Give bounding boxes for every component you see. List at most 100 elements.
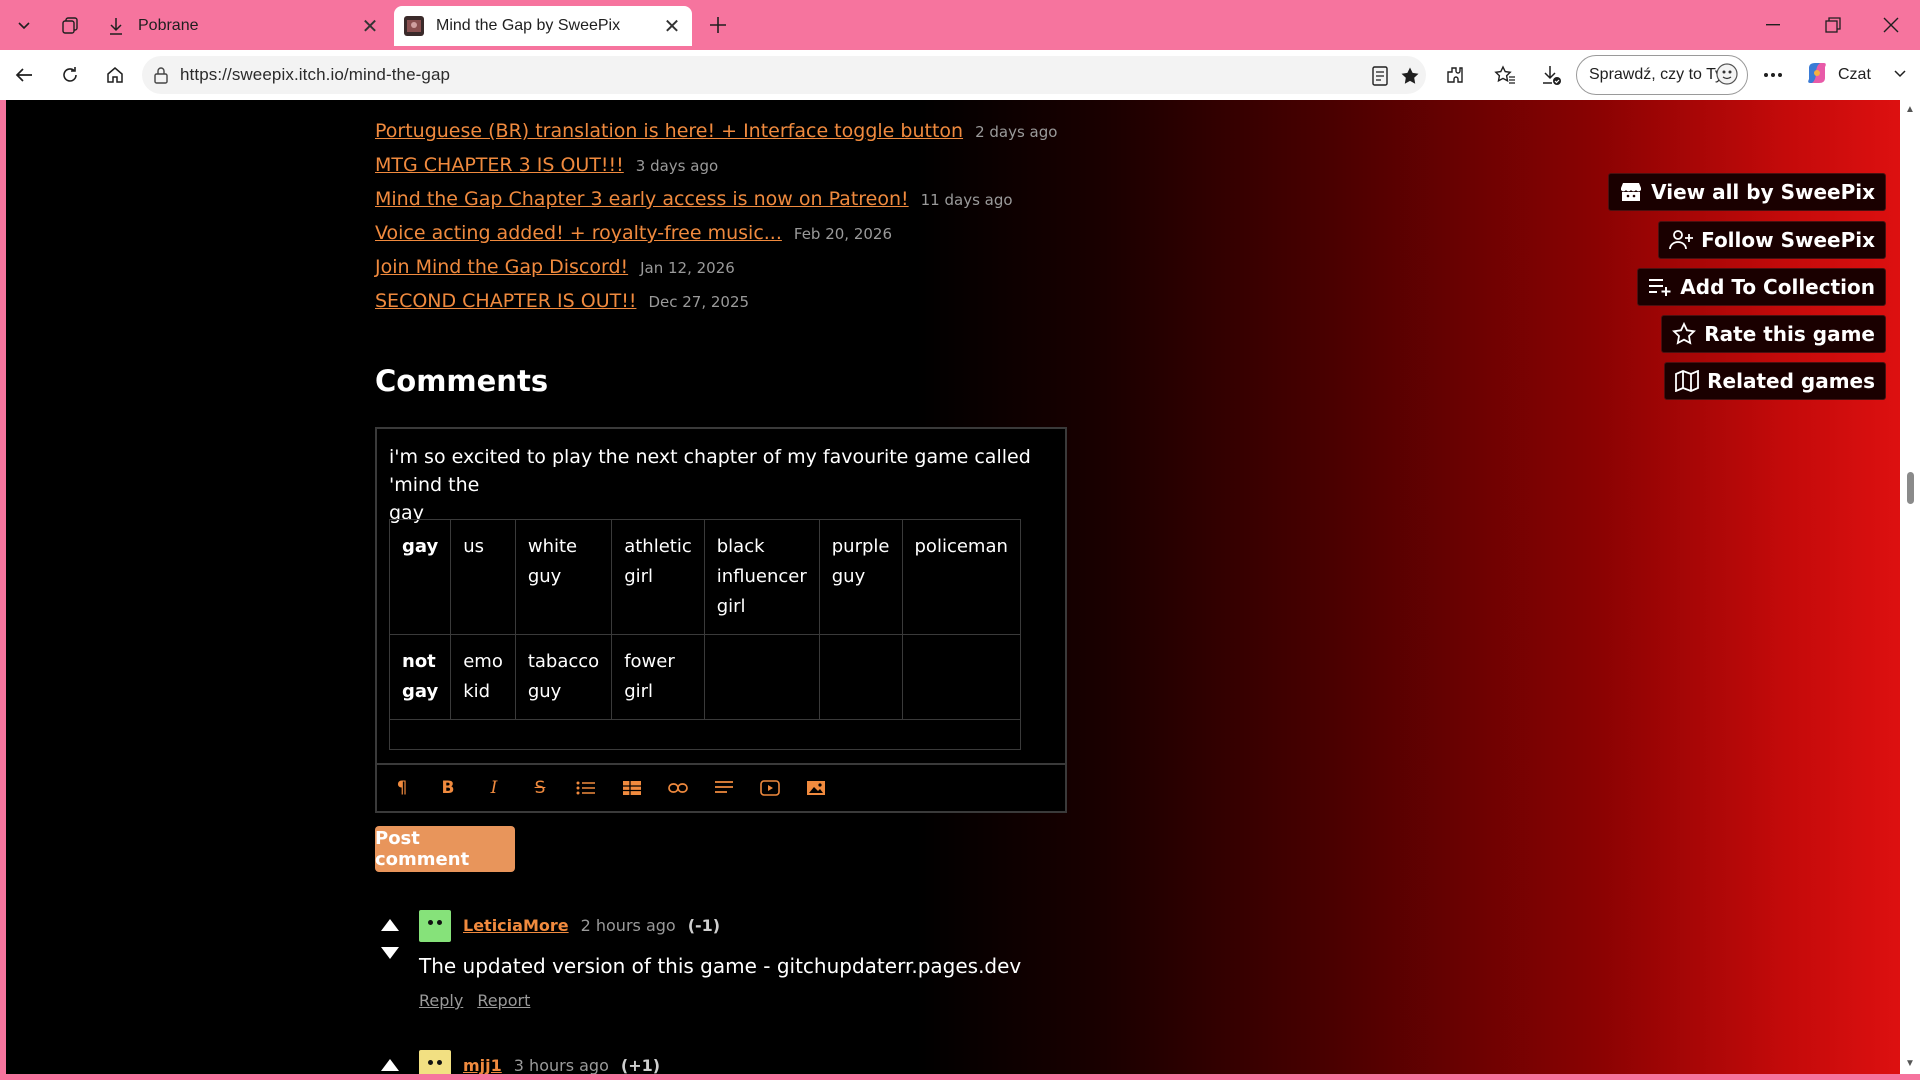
browser-toolbar: https://sweepix.itch.io/mind-the-gap Spr… [0, 50, 1920, 100]
url-text: https://sweepix.itch.io/mind-the-gap [180, 65, 451, 84]
editor-text[interactable]: i'm so excited to play the next chapter … [389, 443, 1049, 527]
close-tab-icon[interactable]: ✕ [356, 12, 384, 40]
rate-game-button[interactable]: Rate this game [1661, 315, 1886, 353]
table-cell[interactable]: emo kid [450, 634, 516, 720]
minimize-icon[interactable] [1744, 0, 1802, 50]
table-cell[interactable] [818, 634, 903, 720]
post-comment-button[interactable]: Post comment [375, 826, 515, 872]
table-cell[interactable]: fower girl [611, 634, 705, 720]
table-cell[interactable] [901, 634, 1021, 720]
table-row: not gay emo kid tabacco guy fower girl [388, 634, 1021, 720]
view-all-label: View all by SweePix [1651, 180, 1875, 204]
avatar[interactable] [419, 910, 451, 942]
chevron-down-icon[interactable] [1893, 66, 1907, 85]
comment-body: The updated version of this game - gitch… [419, 954, 1022, 978]
reply-link[interactable]: Reply [419, 991, 463, 1010]
devlog-link[interactable]: Voice acting added! + royalty-free music… [375, 222, 782, 244]
back-icon[interactable] [6, 57, 42, 93]
comment-score: (+1) [620, 1056, 661, 1074]
image-icon[interactable] [803, 775, 829, 801]
comment-time[interactable]: 3 hours ago [514, 1056, 609, 1074]
lock-icon[interactable] [154, 66, 168, 89]
tab-actions-chevron-icon[interactable] [6, 8, 42, 42]
add-to-collection-button[interactable]: Add To Collection [1637, 268, 1886, 306]
link-icon[interactable] [665, 775, 691, 801]
scroll-thumb[interactable] [1907, 472, 1914, 504]
comment-header: mjj1 3 hours ago (+1) [463, 1056, 660, 1074]
downloads-icon[interactable] [1535, 58, 1569, 92]
comment-username[interactable]: mjj1 [463, 1056, 502, 1074]
browser-tab-strip: Pobrane ✕ Mind the Gap by SweePix ✕ [0, 0, 1920, 50]
refresh-icon[interactable] [52, 57, 88, 93]
downvote-icon[interactable] [375, 938, 405, 968]
tab-title: Mind the Gap by SweePix [436, 17, 621, 34]
devlog-link[interactable]: Mind the Gap Chapter 3 early access is n… [375, 188, 909, 210]
favorite-star-icon[interactable] [1396, 62, 1424, 90]
home-icon[interactable] [97, 57, 133, 93]
page-scrollbar[interactable]: ▲ ▼ [1900, 100, 1920, 1074]
table-cell[interactable] [703, 634, 820, 720]
user-plus-icon [1667, 226, 1695, 254]
close-tab-icon[interactable]: ✕ [658, 12, 686, 40]
editor-text-line: i'm so excited to play the next chapter … [389, 446, 1031, 496]
tab-mind-the-gap[interactable]: Mind the Gap by SweePix ✕ [394, 6, 692, 46]
view-all-by-author-button[interactable]: View all by SweePix [1608, 173, 1886, 211]
devlog-link[interactable]: MTG CHAPTER 3 IS OUT!!! [375, 154, 624, 176]
align-icon[interactable] [711, 775, 737, 801]
comment-actions: Reply Report [419, 991, 530, 1010]
devlog-link[interactable]: SECOND CHAPTER IS OUT!! [375, 290, 636, 312]
comment-time[interactable]: 2 hours ago [581, 916, 676, 935]
paragraph-icon[interactable]: ¶ [389, 775, 415, 801]
add-to-collection-label: Add To Collection [1680, 275, 1875, 299]
devlog-list: Portuguese (BR) translation is here! + I… [375, 120, 1057, 324]
devlog-item: Mind the Gap Chapter 3 early access is n… [375, 188, 1057, 222]
table-cell[interactable]: us [450, 519, 516, 635]
copilot-label: Czat [1838, 66, 1871, 83]
restore-icon[interactable] [1804, 0, 1862, 50]
comment-username[interactable]: LeticiaMore [463, 916, 569, 935]
devlog-item: SECOND CHAPTER IS OUT!! Dec 27, 2025 [375, 290, 1057, 324]
comment-editor[interactable]: i'm so excited to play the next chapter … [375, 427, 1067, 813]
scroll-up-icon[interactable]: ▲ [1905, 104, 1915, 115]
profile-search-pill[interactable]: Sprawdź, czy to Ty [1576, 55, 1748, 95]
reader-view-icon[interactable] [1366, 62, 1394, 90]
table-cell[interactable]: not gay [388, 634, 452, 720]
table-cell[interactable]: policeman [901, 519, 1021, 635]
strikethrough-icon[interactable]: S [527, 775, 553, 801]
address-bar[interactable]: https://sweepix.itch.io/mind-the-gap [142, 56, 1426, 94]
itchio-icon [1617, 178, 1645, 206]
window-bottom-border [0, 1074, 1920, 1080]
related-games-button[interactable]: Related games [1664, 362, 1886, 400]
close-window-icon[interactable] [1862, 0, 1920, 50]
report-link[interactable]: Report [477, 991, 530, 1010]
table-cell[interactable]: gay [388, 519, 452, 635]
embed-video-icon[interactable] [757, 775, 783, 801]
table-cell[interactable]: athletic girl [611, 519, 705, 635]
devlog-link[interactable]: Join Mind the Gap Discord! [375, 256, 628, 278]
devlog-link[interactable]: Portuguese (BR) translation is here! + I… [375, 120, 963, 142]
table-cell[interactable]: white guy [514, 519, 613, 635]
table-cell[interactable]: purple guy [818, 519, 903, 635]
tab-downloads[interactable]: Pobrane ✕ [96, 6, 390, 46]
table-icon[interactable] [619, 775, 645, 801]
more-options-icon[interactable] [1756, 58, 1790, 92]
favorites-icon[interactable] [1488, 58, 1522, 92]
table-cell[interactable] [389, 719, 1021, 750]
devlog-item: Portuguese (BR) translation is here! + I… [375, 120, 1057, 154]
new-tab-icon[interactable] [700, 8, 736, 42]
upvote-icon[interactable] [375, 1050, 405, 1074]
bold-icon[interactable]: B [435, 775, 461, 801]
scroll-down-icon[interactable]: ▼ [1905, 1058, 1915, 1069]
table-cell[interactable]: black influencer girl [703, 519, 820, 635]
editor-table[interactable]: gay us white guy athletic girl black inf… [388, 519, 1021, 750]
follow-author-button[interactable]: Follow SweePix [1658, 221, 1886, 259]
italic-icon[interactable]: I [481, 775, 507, 801]
copilot-chat-button[interactable]: Czat [1804, 57, 1907, 93]
upvote-icon[interactable] [375, 910, 405, 940]
workspaces-icon[interactable] [52, 8, 88, 42]
bullet-list-icon[interactable] [573, 775, 599, 801]
avatar[interactable] [419, 1050, 451, 1074]
table-cell[interactable]: tabacco guy [514, 634, 613, 720]
extensions-icon[interactable] [1438, 58, 1472, 92]
devlog-item: MTG CHAPTER 3 IS OUT!!! 3 days ago [375, 154, 1057, 188]
